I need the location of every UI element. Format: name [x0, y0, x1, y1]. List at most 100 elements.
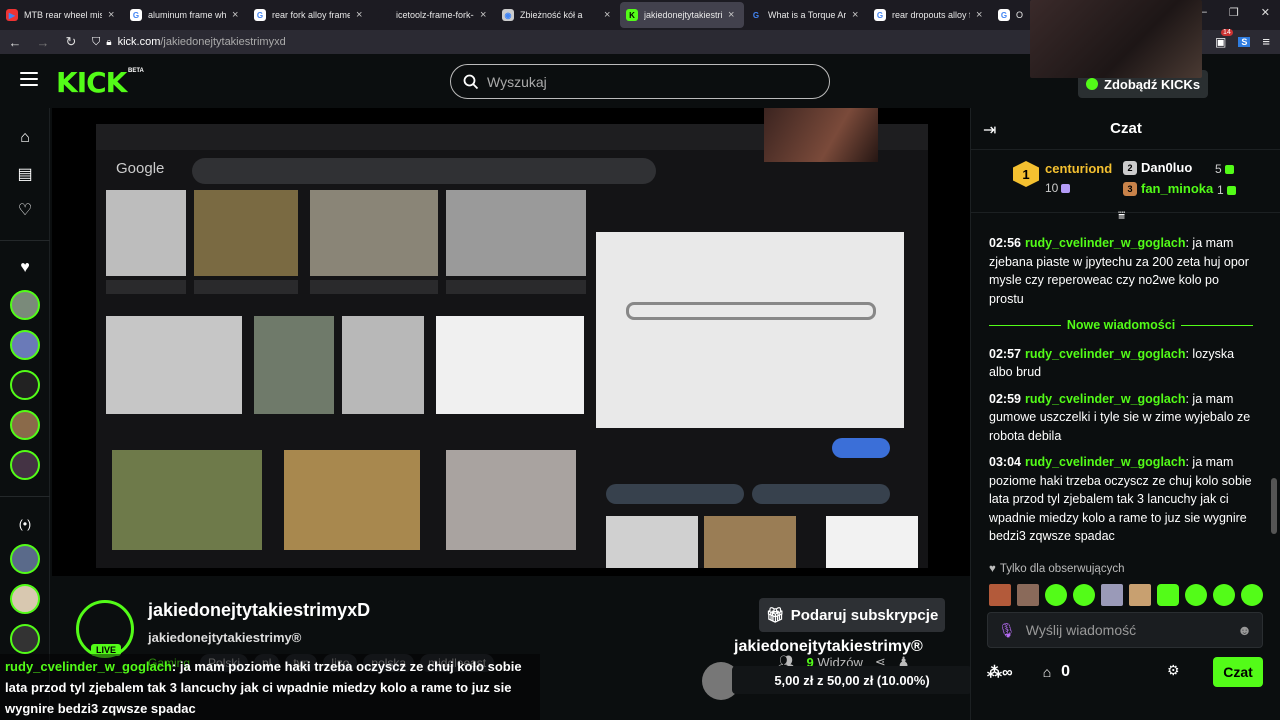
send-chat-button[interactable]: Czat [1213, 657, 1263, 687]
recommended-channel-avatar[interactable] [10, 544, 40, 574]
tab-favicon-icon: ◉ [502, 9, 514, 21]
tab-title: icetoolz-frame-fork-end [396, 10, 474, 20]
followed-channel-avatar[interactable] [10, 290, 40, 320]
browser-tab[interactable]: Galuminum frame wh × [124, 0, 248, 30]
search-input[interactable]: Wyszukaj [450, 64, 830, 99]
extension-s-icon[interactable]: S [1238, 36, 1251, 47]
message-username[interactable]: rudy_cvelinder_w_goglach [1025, 455, 1185, 469]
home-icon[interactable]: ⌂ [15, 128, 35, 148]
browser-tab[interactable]: ▶ MTB rear wheel mis × [0, 0, 124, 30]
browser-tab[interactable]: icetoolz-frame-fork-end × [372, 0, 496, 30]
emoji-icon[interactable]: ☻ [1237, 622, 1252, 638]
tab-close-icon[interactable]: × [604, 9, 614, 21]
emote-icon[interactable] [1129, 584, 1151, 606]
sub-goal-progress: 5,00 zł z 50,00 zł (10.00%) [732, 666, 972, 694]
microphone-icon[interactable]: 🎙︎ [998, 622, 1016, 639]
channel-name[interactable]: jakiedonejtytakiestrimy® [148, 630, 301, 645]
leaderboard-count: 10 [1045, 181, 1059, 195]
extension-count-badge: 14 [1221, 28, 1233, 36]
chat-title: Czat [1110, 120, 1142, 137]
stream-chat-overlay: rudy_cvelinder_w_goglach: ja mam poziome… [0, 654, 540, 720]
new-messages-divider: Nowe wiadomości [989, 316, 1254, 335]
recommended-channel-avatar[interactable] [10, 624, 40, 654]
emote-icon[interactable] [1045, 584, 1067, 606]
recommended-channel-avatar[interactable] [10, 584, 40, 614]
chat-input[interactable]: 🎙︎ Wyślij wiadomość ☻ [987, 612, 1263, 648]
followed-channel-avatar[interactable] [10, 450, 40, 480]
browser-tab[interactable]: Kjakiedonejtytakiestri × [620, 2, 744, 28]
chat-messages: 02:56 rudy_cvelinder_w_goglach: ja mam zj… [971, 228, 1271, 558]
emote-icon[interactable] [1185, 584, 1207, 606]
message-username[interactable]: rudy_cvelinder_w_goglach [1025, 392, 1185, 406]
leaderboard-user[interactable]: centuriond [1045, 161, 1112, 176]
chat-scrollbar[interactable] [1270, 228, 1278, 548]
followed-channel-avatar[interactable] [10, 330, 40, 360]
stream-screen-content: Google [96, 124, 928, 568]
emote-icon[interactable] [1101, 584, 1123, 606]
kicks-infinity-icon[interactable]: ⁂∞ [987, 663, 1013, 681]
stream-image-preview [596, 232, 904, 428]
browser-tab[interactable]: Grear dropouts alloy f × [868, 0, 992, 30]
live-broadcast-icon: (•) [18, 517, 32, 531]
restore-icon[interactable]: ❐ [1229, 6, 1239, 19]
gift-gem-icon [1226, 185, 1236, 195]
stream-title: jakiedonejtytakiestrimyxD [148, 600, 371, 620]
stream-video-player[interactable]: Google [52, 108, 970, 576]
tab-close-icon[interactable]: × [356, 9, 366, 21]
tab-favicon-icon: G [130, 9, 142, 21]
reload-icon[interactable]: ↻ [64, 34, 78, 50]
close-window-icon[interactable]: ✕ [1261, 6, 1270, 19]
tab-close-icon[interactable]: × [108, 9, 118, 21]
tab-close-icon[interactable]: × [852, 9, 862, 21]
emote-icon[interactable] [1073, 584, 1095, 606]
menu-icon[interactable]: ≡ [1262, 34, 1270, 49]
tab-close-icon[interactable]: × [976, 9, 986, 21]
leaderboard-user[interactable]: fan_minoka [1141, 181, 1213, 196]
browser-tab[interactable]: Grear fork alloy frame × [248, 0, 372, 30]
emote-icon[interactable] [1017, 584, 1039, 606]
browser-tab[interactable]: G What is a Torque Ar × [744, 0, 868, 30]
search-placeholder: Wyszukaj [487, 73, 547, 90]
tab-favicon-icon: ▶ [6, 9, 18, 21]
tab-title: MTB rear wheel mis [24, 10, 102, 20]
browser-tab[interactable]: ◉ Zbieżność kół a × [496, 0, 620, 30]
address-bar[interactable]: ⛉ 🔒︎ kick.com/jakiedonejtytakiestrimyxd [92, 36, 286, 49]
followed-channel-avatar[interactable] [10, 410, 40, 440]
tab-close-icon[interactable]: × [232, 9, 242, 21]
gift-subs-label: Podaruj subskrypcje [790, 606, 939, 624]
followed-heart-icon: ♥ [20, 259, 30, 276]
message-time: 02:56 [989, 236, 1021, 250]
tab-close-icon[interactable]: × [480, 9, 490, 21]
forward-icon[interactable]: → [36, 35, 50, 50]
emote-icon[interactable] [1213, 584, 1235, 606]
followed-channel-avatar[interactable] [10, 370, 40, 400]
message-username[interactable]: rudy_cvelinder_w_goglach [1025, 236, 1185, 250]
chat-settings-icon[interactable]: ⚙ [1167, 662, 1180, 679]
shield-icon: ⛉ [92, 35, 101, 48]
following-heart-icon[interactable]: ♡ [15, 200, 35, 220]
gift-subs-button[interactable]: 🎁︎ Podaruj subskrypcje [759, 598, 945, 632]
hamburger-menu-icon[interactable] [20, 72, 38, 86]
emote-icon[interactable] [1157, 584, 1179, 606]
tab-favicon-icon: G [750, 9, 762, 21]
expand-leaderboard-icon[interactable]: ⩸ [1118, 208, 1125, 223]
chat-leaderboard: 1 centuriond 10 2 Dan0luo 5 3 fan_minoka 1 [971, 151, 1280, 213]
message-username[interactable]: rudy_cvelinder_w_goglach [1025, 347, 1185, 361]
kick-logo[interactable]: KICK [56, 66, 127, 99]
followers-only-label: Tylko dla obserwujących [999, 563, 1125, 575]
emote-icon[interactable] [989, 584, 1011, 606]
tab-favicon-icon: G [254, 9, 266, 21]
rank-3-badge-icon: 3 [1123, 181, 1137, 196]
emote-icon[interactable] [1241, 584, 1263, 606]
chat-input-placeholder: Wyślij wiadomość [1025, 622, 1137, 638]
leaderboard-count: 5 [1215, 162, 1222, 176]
tab-title: What is a Torque Ar [768, 10, 846, 20]
back-icon[interactable]: ← [8, 35, 22, 50]
tab-title: rear dropouts alloy f [892, 10, 970, 20]
points-icon[interactable]: ⌂ [1043, 664, 1051, 680]
browse-icon[interactable]: ▤ [15, 164, 35, 184]
extension-icon[interactable]: ▣ 14 [1215, 28, 1233, 49]
chat-message: 02:59 rudy_cvelinder_w_goglach: ja mam gu… [989, 391, 1251, 443]
leaderboard-user[interactable]: Dan0luo [1141, 160, 1192, 175]
tab-close-icon[interactable]: × [728, 9, 738, 21]
